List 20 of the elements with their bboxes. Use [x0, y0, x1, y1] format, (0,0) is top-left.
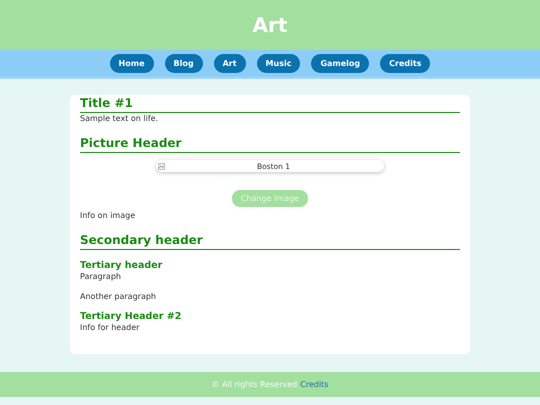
- section-heading: Picture Header: [80, 136, 460, 153]
- broken-image-icon: [158, 162, 165, 170]
- copyright-text: © All rights Reserved: [212, 380, 298, 389]
- credits-link[interactable]: Credits: [300, 380, 328, 389]
- subsection-heading: Tertiary Header #2: [80, 311, 182, 322]
- nav-link[interactable]: Music: [256, 54, 300, 73]
- subsection-heading: Tertiary header: [80, 260, 164, 271]
- paragraph: Info on image: [80, 211, 136, 220]
- nav-link[interactable]: Art: [214, 54, 246, 73]
- nav-link[interactable]: Blog: [164, 54, 203, 73]
- site-title: Art: [252, 13, 288, 37]
- paragraph: Info for header: [80, 323, 140, 332]
- section-heading: Secondary header: [80, 233, 460, 250]
- paragraph: Paragraph: [80, 272, 122, 281]
- nav-link[interactable]: Home: [110, 54, 154, 73]
- nav-link[interactable]: Credits: [380, 54, 430, 73]
- nav-link[interactable]: Gamelog: [311, 54, 370, 73]
- paragraph: Sample text on life.: [80, 114, 160, 123]
- section-heading: Title #1: [80, 96, 460, 113]
- paragraph: Another paragraph: [80, 292, 157, 301]
